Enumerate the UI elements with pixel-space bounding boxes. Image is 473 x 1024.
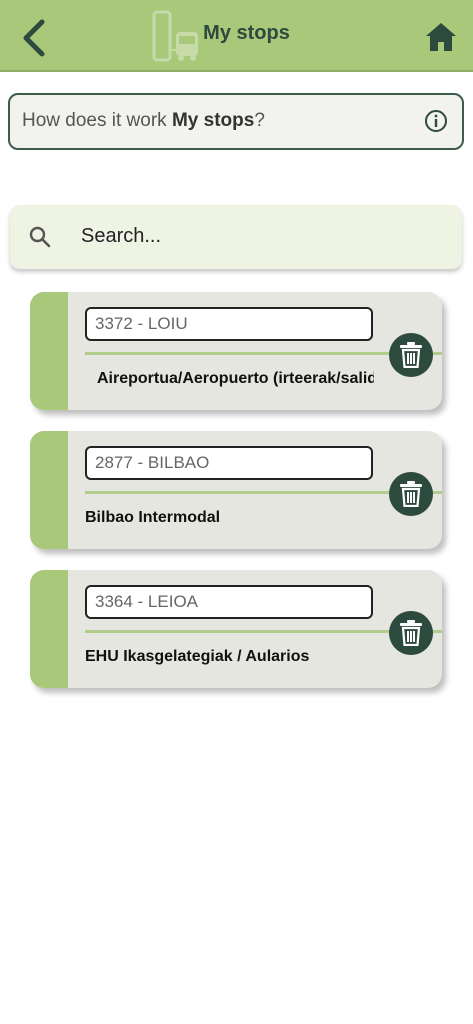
help-bold: My stops — [171, 110, 255, 131]
stop-code-field[interactable]: 3372 - LOIU — [85, 307, 373, 341]
app-header: My stops — [0, 0, 473, 72]
stop-code-field[interactable]: 2877 - BILBAO — [85, 446, 373, 480]
home-icon — [426, 23, 456, 51]
stop-code-field[interactable]: 3364 - LEIOA — [85, 585, 373, 619]
delete-button[interactable] — [389, 333, 433, 377]
delete-button[interactable] — [389, 611, 433, 655]
stop-name: Aireportua/Aeropuerto (irteerak/salidas) — [97, 370, 374, 387]
stop-name: Bilbao Intermodal — [85, 509, 221, 526]
delete-button[interactable] — [389, 472, 433, 516]
stop-card[interactable]: 3364 - LEIOA EHU Ikasgelategiak / Aulari… — [30, 570, 442, 688]
search-icon — [28, 225, 52, 249]
info-icon[interactable] — [424, 109, 448, 133]
stop-card[interactable]: 3372 - LOIU Aireportua/Aeropuerto (irtee… — [30, 292, 442, 410]
help-banner[interactable]: How does it work My stops? — [8, 93, 464, 150]
page-title: My stops — [203, 22, 290, 44]
search-bar[interactable]: Search... — [10, 205, 462, 269]
card-accent — [30, 570, 68, 688]
trash-icon — [400, 481, 422, 507]
trash-icon — [400, 342, 422, 368]
help-text: How does it work My stops? — [22, 110, 265, 132]
home-button[interactable] — [424, 20, 458, 54]
stop-name: EHU Ikasgelategiak / Aularios — [85, 648, 310, 665]
help-suffix: ? — [254, 110, 265, 131]
search-input[interactable]: Search... — [81, 225, 161, 248]
stop-card[interactable]: 2877 - BILBAO Bilbao Intermodal — [30, 431, 442, 549]
card-accent — [30, 431, 68, 549]
help-prefix: How does it work — [22, 110, 172, 131]
trash-icon — [400, 620, 422, 646]
card-accent — [30, 292, 68, 410]
